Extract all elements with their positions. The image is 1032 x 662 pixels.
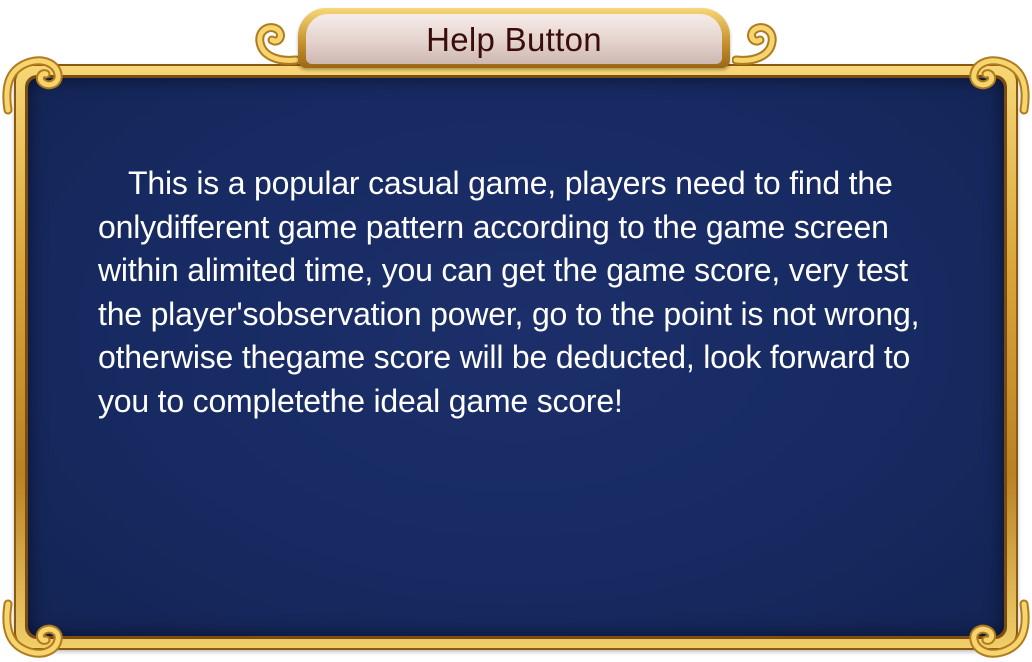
dialog-frame-inner: This is a popular casual game, players n… [25, 75, 1007, 639]
title-plaque-face: Help Button [306, 14, 722, 64]
title-plaque: Help Button [255, 2, 777, 74]
dialog-title: Help Button [426, 21, 602, 58]
title-swirl-right-icon [732, 23, 777, 65]
corner-ornament-bottom-left-icon [2, 599, 63, 658]
help-dialog: This is a popular casual game, players n… [0, 0, 1032, 662]
title-swirl-left-icon [255, 23, 300, 65]
title-plaque-frame: Help Button [298, 8, 730, 68]
help-description: This is a popular casual game, players n… [98, 165, 920, 419]
corner-ornament-top-left-icon [2, 56, 63, 115]
corner-ornament-top-right-icon [969, 56, 1030, 115]
corner-ornament-bottom-right-icon [969, 599, 1030, 658]
dialog-frame: This is a popular casual game, players n… [14, 64, 1018, 650]
dialog-panel: This is a popular casual game, players n… [28, 78, 1004, 636]
